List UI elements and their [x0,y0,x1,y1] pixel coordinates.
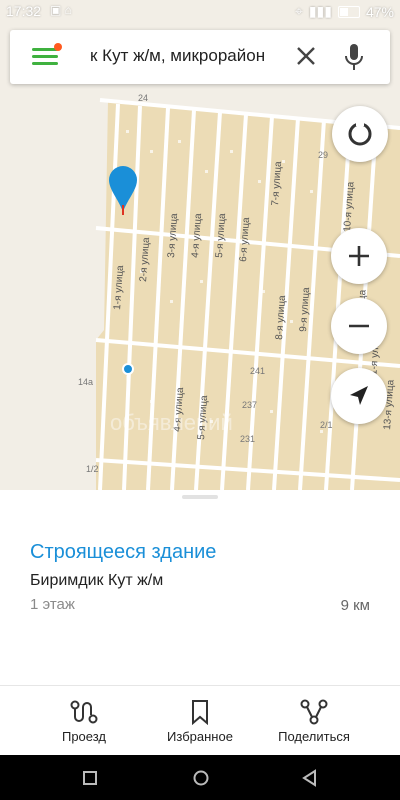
house-number: 231 [240,434,255,444]
place-title: Строящееся здание [30,541,217,563]
plus-icon [349,246,369,266]
my-location-button[interactable] [331,368,387,424]
place-card[interactable]: Строящееся здание Биримдик Кут ж/м 1 эта… [0,490,400,685]
close-icon[interactable] [294,44,318,68]
search-bar[interactable]: к Кут ж/м, микрорайон [10,30,390,84]
menu-icon[interactable] [32,43,62,68]
sheet-handle[interactable] [182,495,218,499]
watermark: объявлений [110,410,233,435]
route-label: Проезд [61,729,106,744]
location-status-icon: ⌖ [294,3,303,19]
favorites-label: Избранное [167,729,233,744]
house-number: 29 [318,150,328,160]
favorites-button[interactable]: Избранное [145,686,255,756]
system-nav-bar [0,755,400,800]
house-number: 237 [242,400,257,410]
current-location-dot [122,363,134,375]
status-bar: 17:32 ▣ ⌂ ⌖ ▮▮▮ 47% [0,0,400,24]
place-subtitle: Биримдик Кут ж/м [30,572,164,589]
back-icon[interactable] [302,769,318,787]
microphone-icon[interactable] [342,42,366,72]
navigation-arrow-icon [350,386,368,405]
notification-dot [54,43,62,51]
home-icon[interactable] [192,769,210,787]
battery-level: 47% [365,3,394,20]
zoom-in-button[interactable] [331,228,387,284]
share-button[interactable]: Поделиться [259,686,369,756]
status-right: ⌖ ▮▮▮ 47% [295,3,394,20]
route-button[interactable]: Проезд [29,686,139,756]
house-number: 1/2 [86,464,99,474]
zoom-out-button[interactable] [331,298,387,354]
status-time: 17:32 [6,3,42,19]
status-icons-left: ▣ ⌂ [50,3,72,17]
bookmark-icon [192,700,208,725]
compass-button[interactable] [332,106,388,162]
battery-icon [337,5,360,18]
recent-apps-icon[interactable] [82,770,98,786]
place-distance: 9 км [340,597,370,614]
place-floors: 1 этаж [30,596,75,613]
house-number: 24 [138,93,148,103]
compass-icon [348,121,372,146]
minus-icon [349,324,369,328]
signal-icon: ▮▮▮ [308,3,332,19]
house-number: 2/1 [320,420,333,430]
route-icon [70,700,98,724]
search-input[interactable]: к Кут ж/м, микрорайон [90,46,295,66]
house-number: 14а [78,377,93,387]
action-bar: Проезд Избранное Поделиться [0,685,400,756]
share-label: Поделиться [278,729,350,744]
house-number: 241 [250,366,265,376]
share-icon [300,699,328,725]
